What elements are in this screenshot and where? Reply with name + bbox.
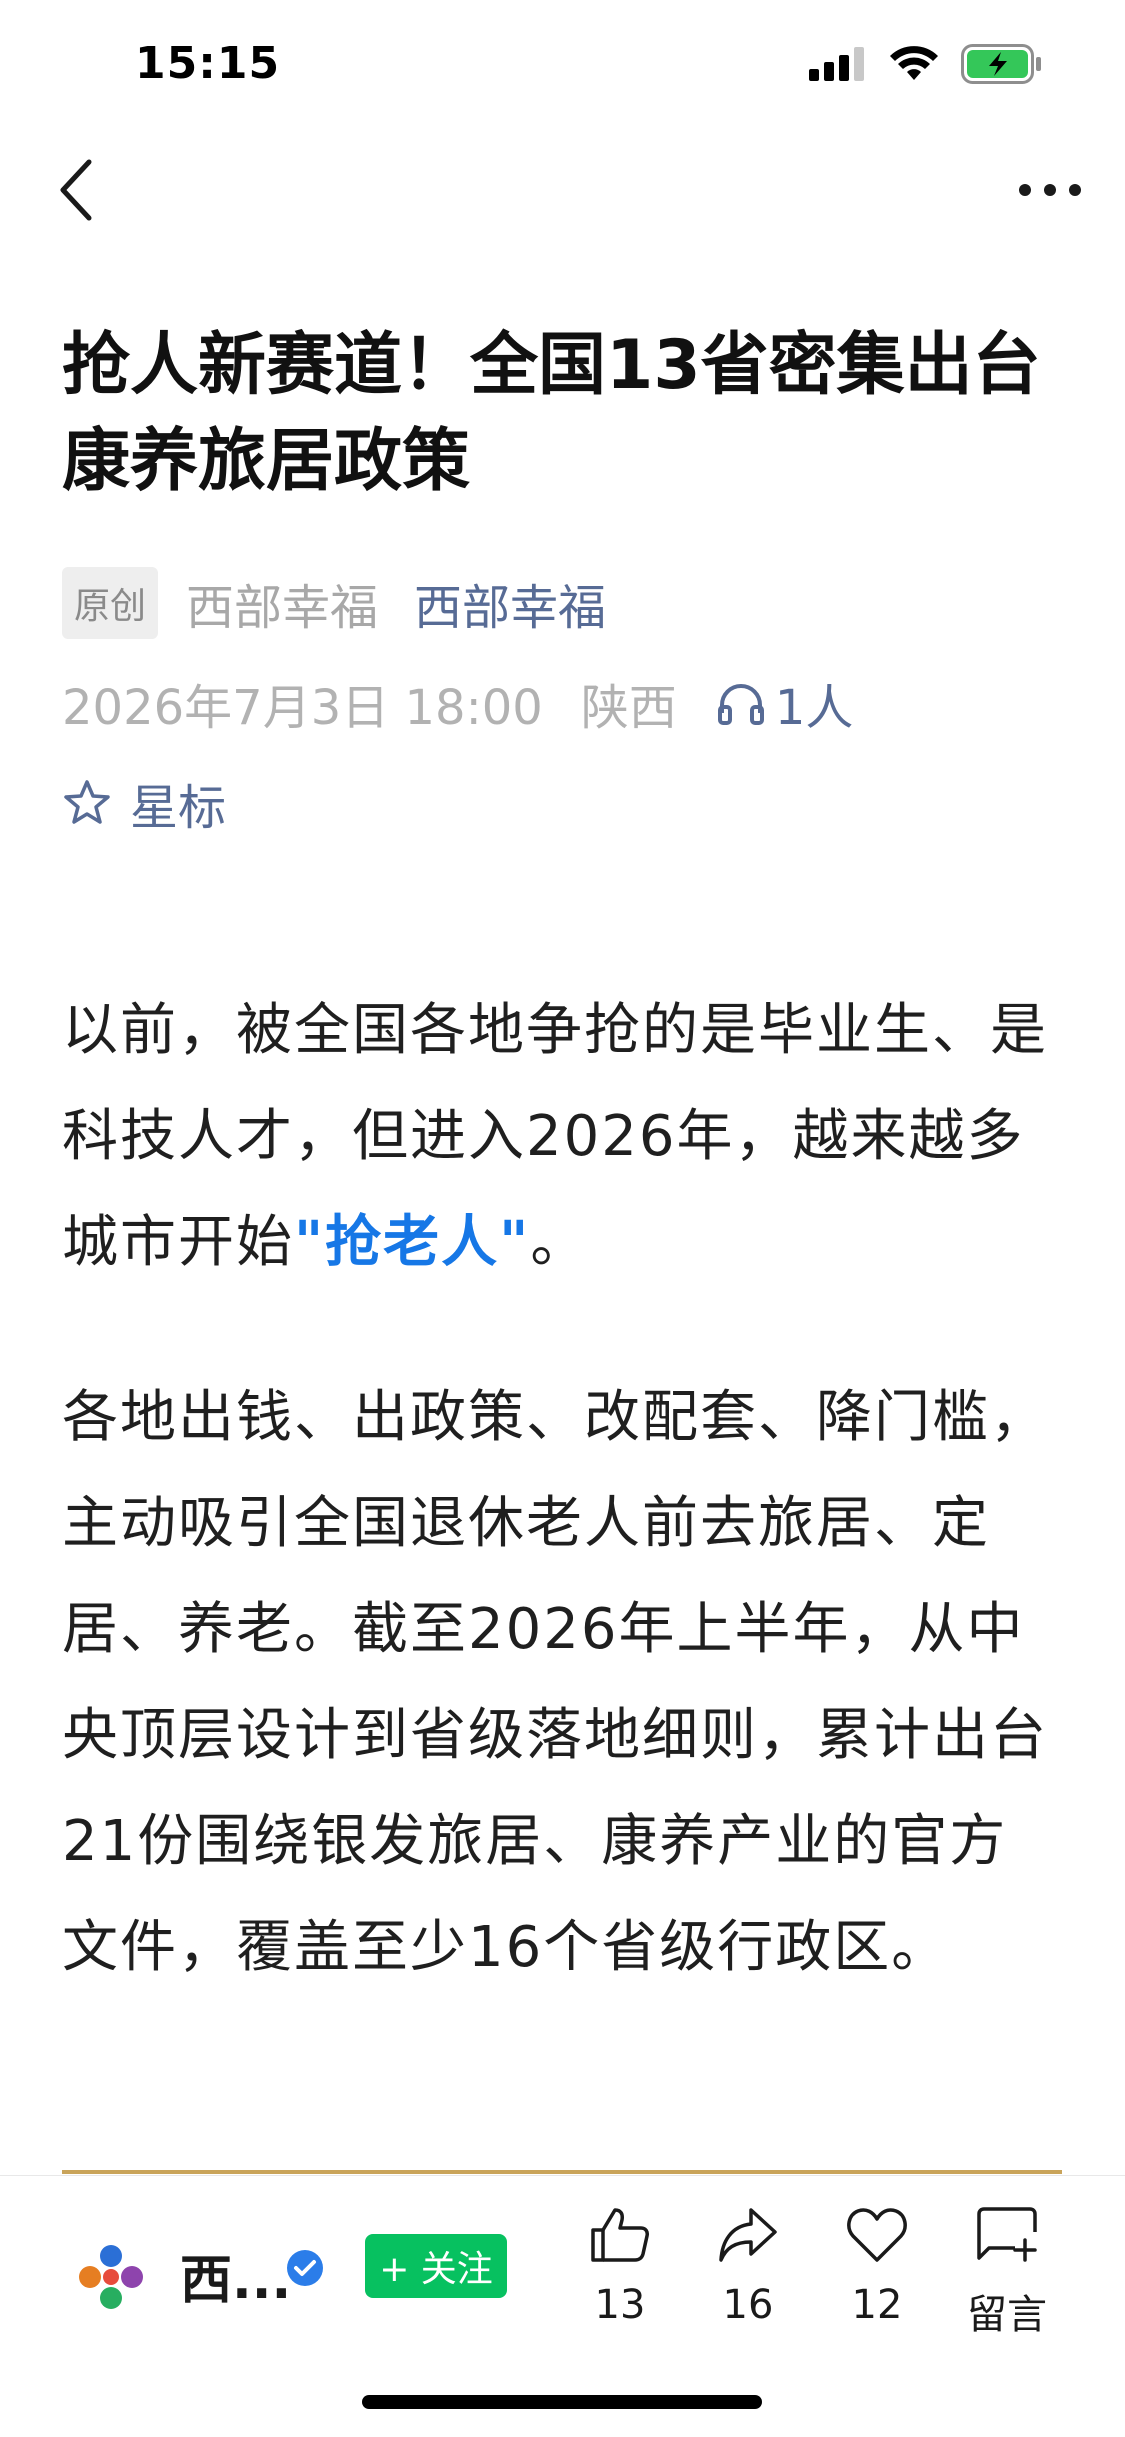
comment-icon: [977, 2207, 1037, 2262]
status-time: 15:15: [135, 38, 281, 89]
author-name: 西部幸福: [186, 580, 379, 636]
publish-date: 2026年7月3日 18:00: [62, 680, 543, 736]
back-button[interactable]: [40, 150, 110, 230]
battery-icon: [961, 44, 1041, 84]
article-paragraph-1: 以前，被全国各地争抢的是毕业生、是科技人才，但进入2026年，越来越多城市开始"…: [62, 978, 1062, 1296]
publish-location: 陕西: [580, 680, 677, 736]
more-button[interactable]: [1005, 160, 1095, 220]
account-link[interactable]: 西部幸福: [414, 568, 606, 638]
share-count: 16: [722, 2282, 774, 2328]
thumbs-up-icon: [591, 2208, 649, 2262]
listen-button[interactable]: 1人: [717, 668, 854, 738]
signal-icon: [809, 47, 864, 81]
heart-button[interactable]: 12: [822, 2206, 932, 2328]
date-row: 2026年7月3日 18:00 陕西 1人: [62, 668, 853, 738]
star-label: 星标: [130, 780, 227, 836]
more-icon: [1019, 184, 1081, 196]
status-icons: [809, 44, 1043, 84]
listener-count: 1人: [774, 680, 854, 736]
star-icon: [64, 780, 110, 824]
paragraph-tail: 。: [530, 1210, 589, 1275]
comment-button[interactable]: 留言: [952, 2206, 1062, 2340]
author-row: 原创 西部幸福 西部幸福: [62, 567, 606, 639]
share-button[interactable]: 16: [693, 2206, 803, 2328]
share-icon: [719, 2208, 777, 2262]
like-count: 13: [594, 2282, 646, 2328]
status-bar: 15:15: [0, 0, 1125, 130]
star-button[interactable]: 星标: [62, 768, 226, 838]
article-paragraph-2: 各地出钱、出政策、改配套、降门槛，主动吸引全国退休老人前去旅居、定居、养老。截至…: [62, 1385, 1048, 1980]
article-title: 抢人新赛道！全国13省密集出台康养旅居政策: [62, 326, 1041, 501]
account-name[interactable]: 西...: [180, 2238, 291, 2313]
like-button[interactable]: 13: [565, 2206, 675, 2328]
headphones-icon: [717, 684, 764, 725]
heart-count: 12: [851, 2282, 903, 2328]
comment-label: 留言: [967, 2292, 1047, 2338]
wifi-icon: [890, 46, 938, 80]
home-indicator: [362, 2395, 762, 2409]
follow-button[interactable]: + 关注: [365, 2234, 507, 2298]
nav-bar: [0, 140, 1125, 240]
back-arrow-icon: [60, 159, 92, 221]
verified-icon: [287, 2250, 323, 2286]
original-tag: 原创: [62, 567, 159, 639]
highlight-text: "抢老人": [294, 1210, 531, 1275]
heart-icon: [847, 2208, 907, 2262]
image-top-edge: [62, 2170, 1062, 2174]
account-logo[interactable]: [78, 2244, 144, 2310]
